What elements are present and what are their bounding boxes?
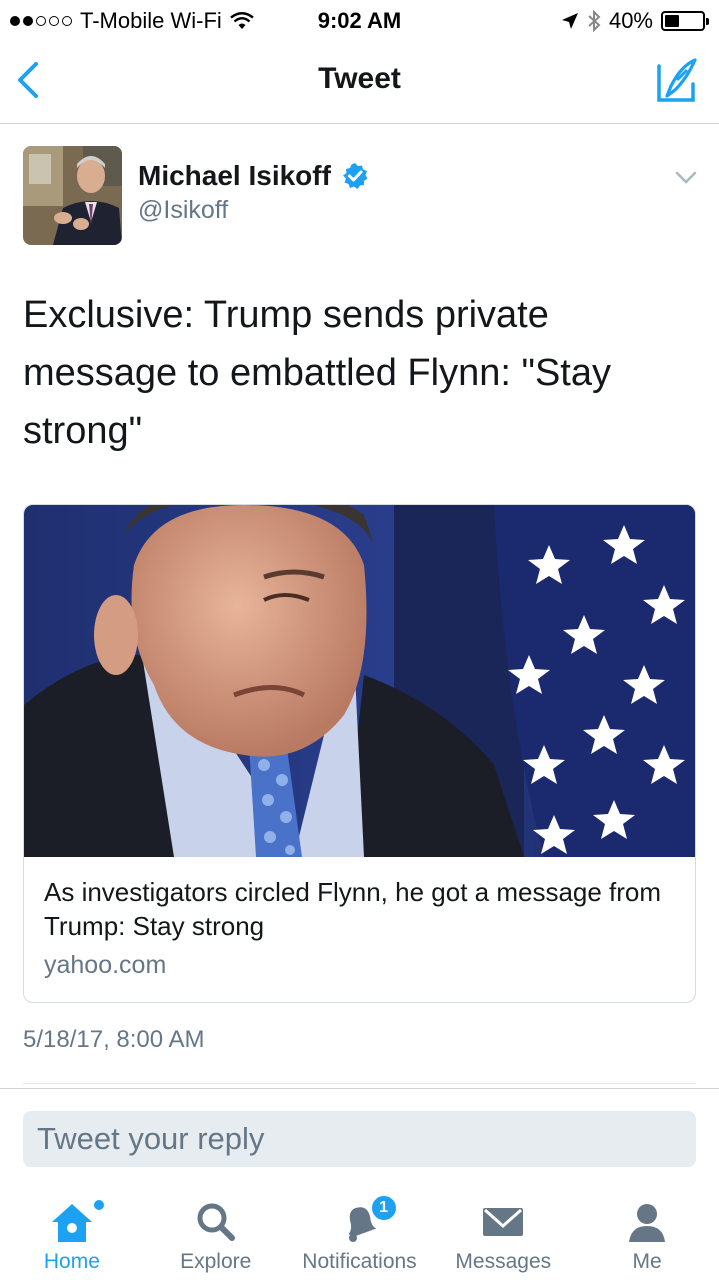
divider: [0, 1088, 719, 1089]
avatar[interactable]: [23, 146, 122, 245]
verified-badge-icon: [342, 163, 368, 189]
card-image: [24, 505, 695, 857]
new-content-dot: [94, 1200, 104, 1210]
notification-badge: 1: [369, 1194, 398, 1222]
tab-label: Explore: [180, 1250, 252, 1273]
tab-label: Notifications: [302, 1250, 417, 1273]
card-title: As investigators circled Flynn, he got a…: [44, 877, 662, 941]
tab-label: Me: [632, 1250, 662, 1273]
compose-icon[interactable]: [653, 56, 701, 104]
bluetooth-icon: [588, 9, 601, 33]
author-handle[interactable]: @Isikoff: [138, 196, 228, 225]
home-icon: [51, 1204, 92, 1242]
link-card[interactable]: As investigators circled Flynn, he got a…: [23, 504, 696, 1003]
status-right: 40%: [561, 8, 709, 34]
page-title: Tweet: [318, 62, 401, 95]
tab-home[interactable]: Home: [0, 1190, 144, 1280]
battery-icon: [661, 11, 709, 31]
chevron-down-icon[interactable]: [675, 170, 697, 186]
tab-explore[interactable]: Explore: [144, 1190, 288, 1280]
person-icon: [629, 1204, 666, 1242]
card-domain: yahoo.com: [44, 951, 167, 979]
search-icon: [197, 1203, 235, 1241]
battery-percent: 40%: [608, 8, 653, 33]
divider: [23, 1083, 696, 1084]
envelope-icon: [483, 1208, 524, 1236]
tab-bar: Home Explore 1 Notifications Messages Me: [0, 1190, 719, 1280]
tab-messages[interactable]: Messages: [431, 1190, 575, 1280]
tab-notifications[interactable]: 1 Notifications: [288, 1190, 432, 1280]
status-bar: T-Mobile Wi-Fi 9:02 AM 40%: [0, 0, 719, 40]
location-arrow-icon: [561, 13, 578, 29]
reply-input[interactable]: [23, 1111, 696, 1167]
author-name[interactable]: Michael Isikoff: [138, 160, 331, 192]
navigation-bar: Tweet: [0, 40, 719, 124]
tweet-text: Exclusive: Trump sends private message t…: [23, 294, 611, 452]
tab-label: Messages: [455, 1250, 552, 1273]
tab-label: Home: [43, 1250, 100, 1273]
tab-me[interactable]: Me: [575, 1190, 719, 1280]
author-name-row: Michael Isikoff: [138, 160, 369, 192]
tweet-timestamp: 5/18/17, 8:00 AM: [23, 1026, 205, 1053]
